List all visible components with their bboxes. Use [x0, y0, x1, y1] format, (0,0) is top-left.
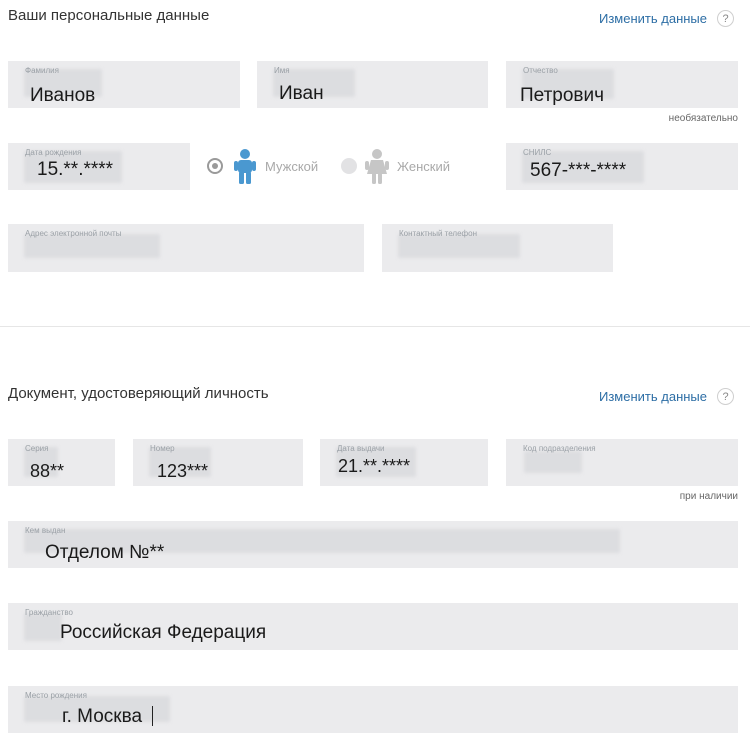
document-section-title: Документ, удостоверяющий личность: [8, 385, 269, 402]
number-value: 123***: [157, 461, 209, 481]
issued-by-field[interactable]: Кем выдан Отделом №**: [8, 521, 738, 568]
snils-field[interactable]: СНИЛС 567-***-****: [506, 143, 738, 190]
issue-date-value: 21.**.****: [338, 456, 411, 476]
gender-female-radio[interactable]: [341, 158, 357, 174]
personal-help-icon[interactable]: ?: [717, 10, 734, 27]
birth-place-value: г. Москва: [62, 706, 143, 727]
series-field[interactable]: Серия 88**: [8, 439, 115, 486]
surname-label: Фамилия: [25, 66, 59, 75]
name-label: Имя: [274, 66, 290, 75]
male-person-icon: [233, 149, 257, 189]
gender-male-label[interactable]: Мужской: [265, 159, 318, 174]
number-field[interactable]: Номер 123***: [133, 439, 303, 486]
division-code-field[interactable]: Код подразделения: [506, 439, 738, 486]
series-label: Серия: [25, 444, 49, 453]
document-edit-link[interactable]: Изменить данные: [599, 389, 707, 404]
birth-date-value: 15.**.****: [37, 159, 114, 180]
personal-section-title: Ваши персональные данные: [8, 7, 210, 24]
patronymic-value: Петрович: [520, 85, 605, 106]
citizenship-label: Гражданство: [25, 608, 73, 617]
birth-place-field[interactable]: Место рождения г. Москва: [8, 686, 738, 733]
section-divider: [0, 326, 750, 327]
gender-male-radio[interactable]: [207, 158, 223, 174]
text-cursor: [152, 706, 153, 726]
series-value: 88**: [30, 461, 65, 481]
blur-mask: [24, 613, 62, 641]
snils-value: 567-***-****: [530, 160, 627, 181]
email-label: Адрес электронной почты: [25, 229, 122, 238]
division-code-label: Код подразделения: [523, 444, 596, 453]
name-value: Иван: [279, 83, 324, 104]
issue-date-field[interactable]: Дата выдачи 21.**.****: [320, 439, 488, 486]
division-code-hint: при наличии: [679, 491, 738, 502]
number-label: Номер: [150, 444, 175, 453]
issued-by-label: Кем выдан: [25, 526, 66, 535]
phone-label: Контактный телефон: [399, 229, 477, 238]
birth-date-label: Дата рождения: [25, 148, 82, 157]
patronymic-hint: необязательно: [668, 113, 738, 124]
phone-field[interactable]: Контактный телефон: [382, 224, 613, 272]
patronymic-label: Отчество: [523, 66, 558, 75]
surname-value: Иванов: [30, 85, 96, 106]
birth-place-label: Место рождения: [25, 691, 87, 700]
document-help-icon[interactable]: ?: [717, 388, 734, 405]
citizenship-value: Российская Федерация: [60, 622, 267, 643]
issue-date-label: Дата выдачи: [337, 444, 385, 453]
patronymic-field[interactable]: Отчество Петрович: [506, 61, 738, 108]
surname-field[interactable]: Фамилия Иванов: [8, 61, 240, 108]
name-field[interactable]: Имя Иван: [257, 61, 488, 108]
snils-label: СНИЛС: [523, 148, 552, 157]
citizenship-field[interactable]: Гражданство Российская Федерация: [8, 603, 738, 650]
female-person-icon: [365, 149, 389, 189]
issued-by-value: Отделом №**: [45, 542, 165, 563]
birth-date-field[interactable]: Дата рождения 15.**.****: [8, 143, 190, 190]
gender-female-label[interactable]: Женский: [397, 159, 450, 174]
blur-mask: [524, 451, 582, 473]
personal-edit-link[interactable]: Изменить данные: [599, 11, 707, 26]
email-field[interactable]: Адрес электронной почты: [8, 224, 364, 272]
